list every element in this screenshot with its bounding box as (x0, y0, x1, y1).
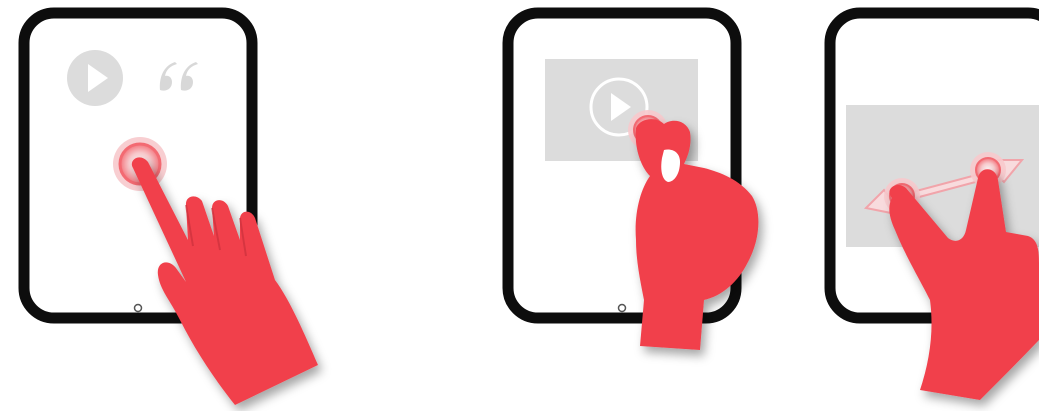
tap-gesture-panel (18, 7, 318, 405)
pinch-gesture-panel (502, 7, 759, 350)
spread-gesture-panel (824, 7, 1039, 400)
play-icon (67, 50, 123, 106)
gesture-illustration (18, 7, 1039, 405)
